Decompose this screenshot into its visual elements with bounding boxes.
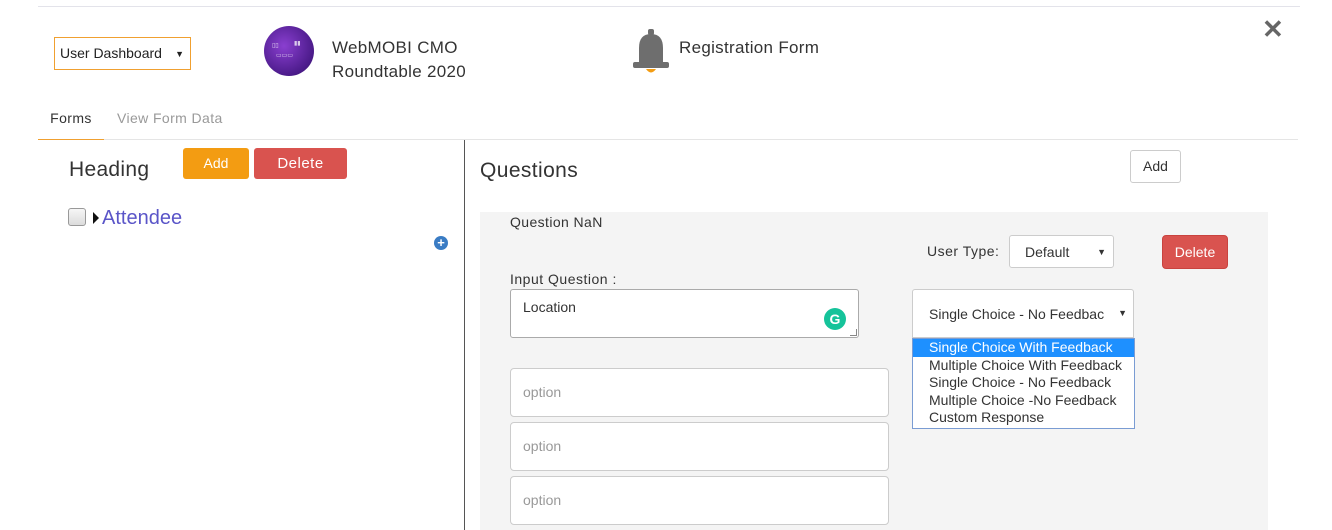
dropdown-option[interactable]: Single Choice With Feedback [913, 339, 1134, 357]
dropdown-option[interactable]: Custom Response [913, 409, 1134, 427]
add-heading-button[interactable]: Add [183, 148, 249, 179]
caret-down-icon: ▼ [1118, 308, 1127, 318]
dashboard-select[interactable]: User Dashboard ▼ [54, 37, 191, 70]
user-type-select[interactable]: Default ▼ [1009, 235, 1114, 268]
dropdown-option[interactable]: Multiple Choice With Feedback [913, 357, 1134, 375]
heading-label: Heading [69, 158, 150, 181]
delete-heading-button[interactable]: Delete [254, 148, 347, 179]
dropdown-option[interactable]: Multiple Choice -No Feedback [913, 392, 1134, 410]
checkbox-icon[interactable] [68, 208, 86, 226]
close-icon[interactable]: ✕ [1262, 16, 1284, 42]
add-question-button[interactable]: Add [1130, 150, 1181, 183]
input-question-label: Input Question : [510, 271, 617, 287]
top-divider [38, 6, 1300, 7]
question-number: Question NaN [510, 214, 603, 230]
event-name: WebMOBI CMO Roundtable 2020 [332, 38, 467, 81]
form-title: Registration Form [679, 38, 820, 57]
resize-handle[interactable] [850, 329, 857, 336]
option-input[interactable]: option [510, 368, 889, 417]
dashboard-select-value: User Dashboard [60, 45, 162, 61]
question-type-value: Single Choice - No Feedbac [929, 306, 1105, 322]
caret-down-icon: ▼ [1097, 247, 1106, 257]
delete-question-button[interactable]: Delete [1162, 235, 1228, 269]
grammarly-icon[interactable]: G [824, 308, 846, 330]
event-logo: ▯▯ ▮▮ ▭▭▭ [264, 26, 314, 76]
bell-icon[interactable] [631, 28, 671, 76]
user-type-value: Default [1025, 244, 1070, 260]
tab-view-form-data[interactable]: View Form Data [117, 110, 223, 126]
plus-circle-icon[interactable]: + [434, 236, 448, 250]
question-card: Question NaN User Type: Default ▼ Delete… [480, 212, 1268, 530]
tab-bar: Forms View Form Data [38, 100, 1298, 140]
option-input[interactable]: option [510, 476, 889, 525]
dropdown-option[interactable]: Single Choice - No Feedback [913, 374, 1134, 392]
question-type-select[interactable]: Single Choice - No Feedbac ▼ [912, 289, 1134, 338]
questions-title: Questions [480, 159, 579, 182]
option-input[interactable]: option [510, 422, 889, 471]
question-type-dropdown: Single Choice With Feedback Multiple Cho… [912, 338, 1135, 429]
panel-divider [464, 140, 465, 530]
user-type-label: User Type: [927, 243, 1000, 259]
caret-down-icon: ▼ [175, 49, 184, 59]
tab-forms[interactable]: Forms [38, 110, 104, 140]
input-question-value: Location [523, 299, 576, 315]
caret-right-icon[interactable] [93, 212, 99, 224]
tree-item-attendee[interactable]: Attendee [102, 207, 182, 230]
input-question-field[interactable]: Location G [510, 289, 859, 338]
